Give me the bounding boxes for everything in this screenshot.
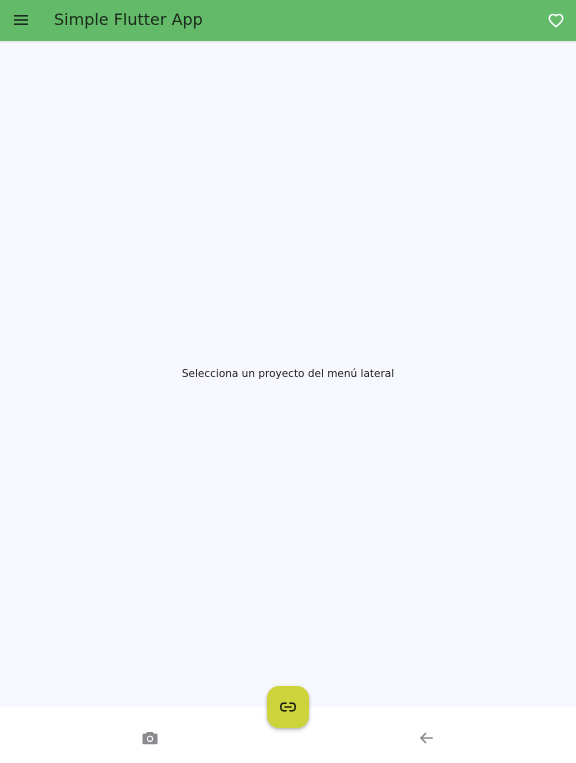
back-button[interactable] [412,725,440,751]
camera-icon [142,732,158,745]
app-screen: Simple Flutter App Selecciona un proyect… [0,0,576,763]
app-bar: Simple Flutter App [0,0,576,41]
empty-state-message: Selecciona un proyecto del menú lateral [181,368,395,380]
menu-button[interactable] [8,5,34,35]
favorite-outline-icon [548,13,564,28]
link-icon [280,702,296,712]
arrow-back-icon [419,732,433,744]
camera-button[interactable] [136,725,164,751]
app-title: Simple Flutter App [54,10,203,29]
favorite-button[interactable] [542,7,570,33]
link-fab[interactable] [267,686,309,728]
menu-icon [14,15,28,25]
